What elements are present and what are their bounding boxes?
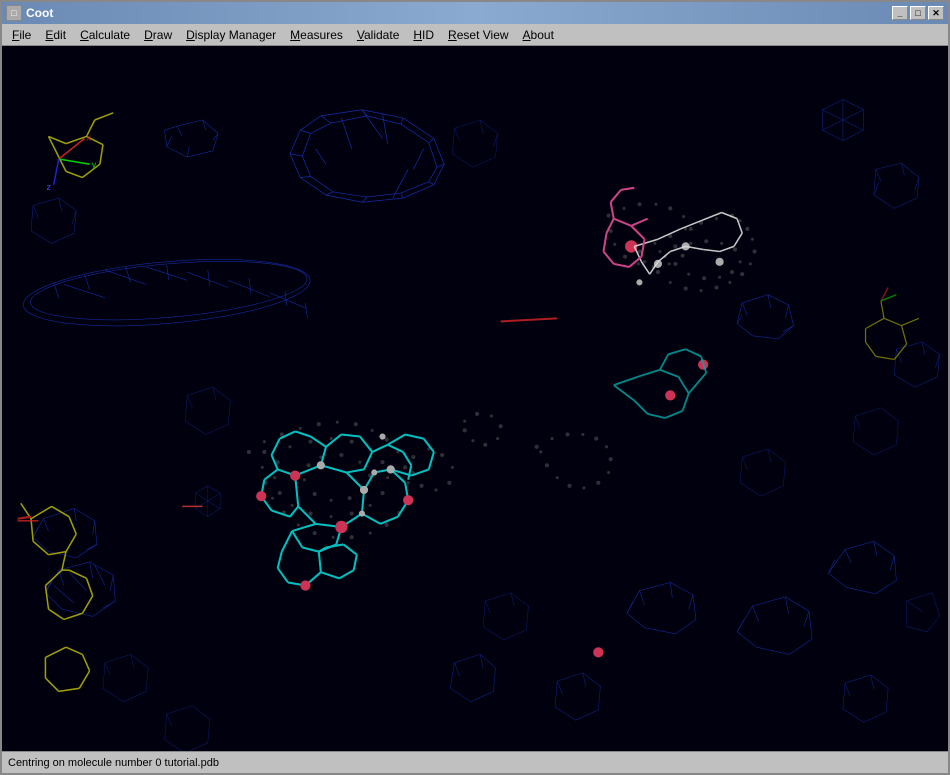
menu-item-about[interactable]: About [517,26,560,44]
menu-item-calculate[interactable]: Calculate [74,26,136,44]
maximize-button[interactable]: □ [910,6,926,20]
molecular-viewport: x y z [2,46,948,751]
menu-bar: FileEditCalculateDrawDisplay ManagerMeas… [2,24,948,46]
title-bar-controls: _ □ ✕ [892,6,944,20]
status-text: Centring on molecule number 0 tutorial.p… [8,757,219,769]
menu-item-validate[interactable]: Validate [351,26,406,44]
app-window: □ Coot _ □ ✕ FileEditCalculateDrawDispla… [0,0,950,775]
close-button[interactable]: ✕ [928,6,944,20]
viewport[interactable]: x y z [2,46,948,751]
menu-item-reset-view[interactable]: Reset View [442,26,514,44]
status-bar: Centring on molecule number 0 tutorial.p… [2,751,948,773]
svg-text:y: y [92,159,97,169]
menu-item-display-manager[interactable]: Display Manager [180,26,282,44]
window-icon: □ [6,5,22,21]
minimize-button[interactable]: _ [892,6,908,20]
window-title: Coot [26,6,53,20]
title-bar: □ Coot _ □ ✕ [2,2,948,24]
menu-item-hid[interactable]: HID [407,26,440,44]
svg-text:z: z [46,182,51,192]
menu-item-measures[interactable]: Measures [284,26,349,44]
svg-text:x: x [87,133,92,143]
menu-item-edit[interactable]: Edit [39,26,72,44]
menu-item-draw[interactable]: Draw [138,26,178,44]
menu-item-file[interactable]: File [6,26,37,44]
title-bar-left: □ Coot [6,5,53,21]
